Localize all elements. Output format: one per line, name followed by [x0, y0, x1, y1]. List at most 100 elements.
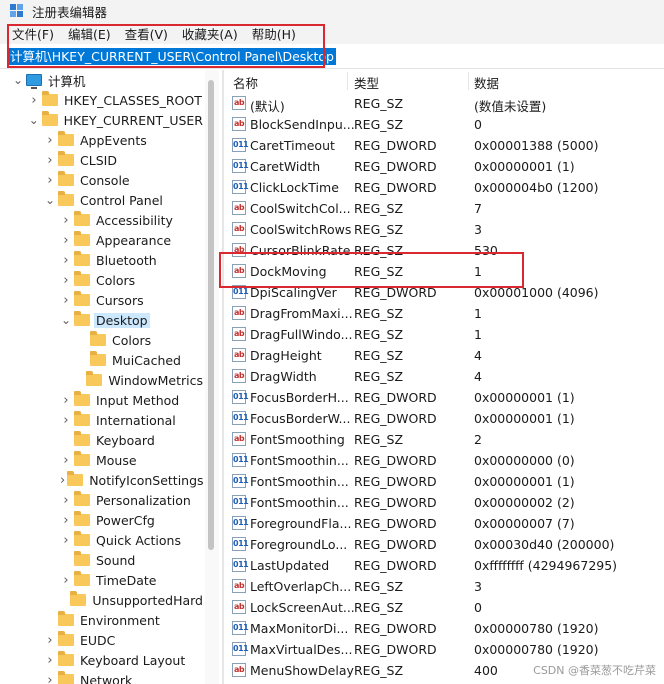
value-row[interactable]: 011 LastUpdated REG_DWORD 0xffffffff (42949…	[225, 555, 664, 576]
chevron-right-icon[interactable]: ›	[60, 530, 72, 550]
tree-node[interactable]: › Colors	[0, 270, 205, 290]
address-path[interactable]: 计算机\HKEY_CURRENT_USER\Control Panel\Desk…	[8, 48, 336, 65]
tree-node[interactable]: › Console	[0, 170, 205, 190]
tree-node[interactable]: Sound	[0, 550, 205, 570]
value-row[interactable]: 011 MaxMonitorDi... REG_DWORD 0x00000780 (1…	[225, 618, 664, 639]
address-bar[interactable]: 计算机\HKEY_CURRENT_USER\Control Panel\Desk…	[0, 44, 664, 69]
value-row[interactable]: ab FontSmoothing REG_SZ 2	[225, 429, 664, 450]
chevron-right-icon[interactable]: ›	[60, 270, 72, 290]
value-row[interactable]: 011 DpiScalingVer REG_DWORD 0x00001000 (409…	[225, 282, 664, 303]
tree-node[interactable]: Keyboard	[0, 430, 205, 450]
value-row[interactable]: 011 CaretTimeout REG_DWORD 0x00001388 (5000…	[225, 135, 664, 156]
chevron-right-icon[interactable]: ›	[60, 250, 72, 270]
value-row[interactable]: 011 FocusBorderH... REG_DWORD 0x00000001 (1…	[225, 387, 664, 408]
chevron-right-icon[interactable]: ›	[60, 410, 72, 430]
menu-view[interactable]: 查看(V)	[125, 24, 168, 43]
chevron-right-icon[interactable]: ›	[60, 210, 72, 230]
value-row[interactable]: ab DockMoving REG_SZ 1	[225, 261, 664, 282]
chevron-down-icon[interactable]: ⌄	[60, 310, 72, 330]
menu-file[interactable]: 文件(F)	[12, 24, 54, 43]
value-row[interactable]: 011 ForegroundLo... REG_DWORD 0x00030d40 (2…	[225, 534, 664, 555]
tree-node[interactable]: › CLSID	[0, 150, 205, 170]
tree-node[interactable]: › TimeDate	[0, 570, 205, 590]
tree-node[interactable]: UnsupportedHard	[0, 590, 205, 610]
tree-node[interactable]: › Quick Actions	[0, 530, 205, 550]
tree-node[interactable]: MuiCached	[0, 350, 205, 370]
tree-node[interactable]: › Input Method	[0, 390, 205, 410]
value-row[interactable]: ab DragFromMaxi... REG_SZ 1	[225, 303, 664, 324]
tree-node[interactable]: ⌄ HKEY_CURRENT_USER	[0, 110, 205, 130]
value-row[interactable]: ab (默认) REG_SZ (数值未设置)	[225, 93, 664, 114]
menu-help[interactable]: 帮助(H)	[252, 24, 296, 43]
value-row[interactable]: ab DragFullWindo... REG_SZ 1	[225, 324, 664, 345]
value-row[interactable]: ab CoolSwitchCol... REG_SZ 7	[225, 198, 664, 219]
value-row[interactable]: 011 FontSmoothin... REG_DWORD 0x00000000 (0…	[225, 450, 664, 471]
tree-node[interactable]: › International	[0, 410, 205, 430]
tree-node[interactable]: › EUDC	[0, 630, 205, 650]
value-row[interactable]: ab LockScreenAut... REG_SZ 0	[225, 597, 664, 618]
chevron-right-icon[interactable]: ›	[44, 150, 56, 170]
value-row[interactable]: ab DragHeight REG_SZ 4	[225, 345, 664, 366]
chevron-right-icon[interactable]: ›	[60, 570, 72, 590]
chevron-right-icon[interactable]: ›	[60, 450, 72, 470]
tree-node[interactable]: › Accessibility	[0, 210, 205, 230]
key-tree[interactable]: ⌄ 计算机 › HKEY_CLASSES_ROOT ⌄ HKEY_CURRENT_USER…	[0, 70, 205, 684]
column-divider[interactable]	[468, 72, 469, 90]
tree-node[interactable]: Colors	[0, 330, 205, 350]
column-header-data[interactable]: 数据	[474, 73, 499, 92]
chevron-right-icon[interactable]: ›	[44, 650, 56, 670]
tree-node[interactable]: › NotifyIconSettings	[0, 470, 205, 490]
chevron-right-icon[interactable]: ›	[60, 230, 72, 250]
tree-node[interactable]: ⌄ Desktop	[0, 310, 205, 330]
tree-node[interactable]: WindowMetrics	[0, 370, 205, 390]
tree-node[interactable]: Environment	[0, 610, 205, 630]
value-row[interactable]: 011 CaretWidth REG_DWORD 0x00000001 (1)	[225, 156, 664, 177]
value-list[interactable]: 名称 类型 数据 ab (默认) REG_SZ (数值未设置) ab BlockSendI…	[225, 70, 664, 684]
tree-node[interactable]: › PowerCfg	[0, 510, 205, 530]
tree-node[interactable]: › Bluetooth	[0, 250, 205, 270]
chevron-down-icon[interactable]: ⌄	[28, 110, 40, 130]
chevron-right-icon[interactable]: ›	[44, 670, 56, 684]
value-row[interactable]: 011 ClickLockTime REG_DWORD 0x000004b0 (120…	[225, 177, 664, 198]
value-row[interactable]: ab LeftOverlapCh... REG_SZ 3	[225, 576, 664, 597]
tree-node-label: Keyboard Layout	[80, 652, 186, 668]
value-row[interactable]: 011 FocusBorderW... REG_DWORD 0x00000001 (1…	[225, 408, 664, 429]
tree-scrollbar-thumb[interactable]	[208, 80, 214, 550]
chevron-right-icon[interactable]: ›	[44, 130, 56, 150]
menu-favorites[interactable]: 收藏夹(A)	[182, 24, 238, 43]
tree-node-label: TimeDate	[96, 572, 157, 588]
chevron-right-icon[interactable]: ›	[44, 170, 56, 190]
value-row[interactable]: ab BlockSendInpu... REG_SZ 0	[225, 114, 664, 135]
chevron-right-icon[interactable]: ›	[60, 490, 72, 510]
tree-node[interactable]: › Keyboard Layout	[0, 650, 205, 670]
chevron-right-icon[interactable]: ›	[60, 470, 65, 490]
column-header-name[interactable]: 名称	[233, 73, 258, 92]
tree-node[interactable]: › Personalization	[0, 490, 205, 510]
tree-node[interactable]: › Appearance	[0, 230, 205, 250]
tree-node[interactable]: › Mouse	[0, 450, 205, 470]
tree-node[interactable]: ⌄ 计算机	[0, 70, 205, 90]
value-row[interactable]: ab CursorBlinkRate REG_SZ 530	[225, 240, 664, 261]
value-row[interactable]: 011 ForegroundFla... REG_DWORD 0x00000007 (…	[225, 513, 664, 534]
value-row[interactable]: ab DragWidth REG_SZ 4	[225, 366, 664, 387]
chevron-right-icon[interactable]: ›	[60, 290, 72, 310]
chevron-right-icon[interactable]: ›	[28, 90, 40, 110]
tree-node[interactable]: › HKEY_CLASSES_ROOT	[0, 90, 205, 110]
chevron-right-icon[interactable]: ›	[44, 630, 56, 650]
menu-edit[interactable]: 编辑(E)	[68, 24, 111, 43]
column-header-type[interactable]: 类型	[354, 73, 379, 92]
column-divider[interactable]	[347, 72, 348, 90]
chevron-down-icon[interactable]: ⌄	[44, 190, 56, 210]
tree-node[interactable]: › Cursors	[0, 290, 205, 310]
value-row[interactable]: 011 FontSmoothin... REG_DWORD 0x00000002 (2…	[225, 492, 664, 513]
tree-node[interactable]: › Network	[0, 670, 205, 684]
value-row[interactable]: ab CoolSwitchRows REG_SZ 3	[225, 219, 664, 240]
chevron-right-icon[interactable]: ›	[60, 510, 72, 530]
value-row[interactable]: 011 MaxVirtualDes... REG_DWORD 0x00000780 (…	[225, 639, 664, 660]
chevron-right-icon[interactable]: ›	[60, 390, 72, 410]
chevron-down-icon[interactable]: ⌄	[12, 70, 24, 90]
value-row[interactable]: 011 FontSmoothin... REG_DWORD 0x00000001 (1…	[225, 471, 664, 492]
pane-splitter[interactable]	[222, 70, 224, 684]
tree-node[interactable]: › AppEvents	[0, 130, 205, 150]
tree-node[interactable]: ⌄ Control Panel	[0, 190, 205, 210]
